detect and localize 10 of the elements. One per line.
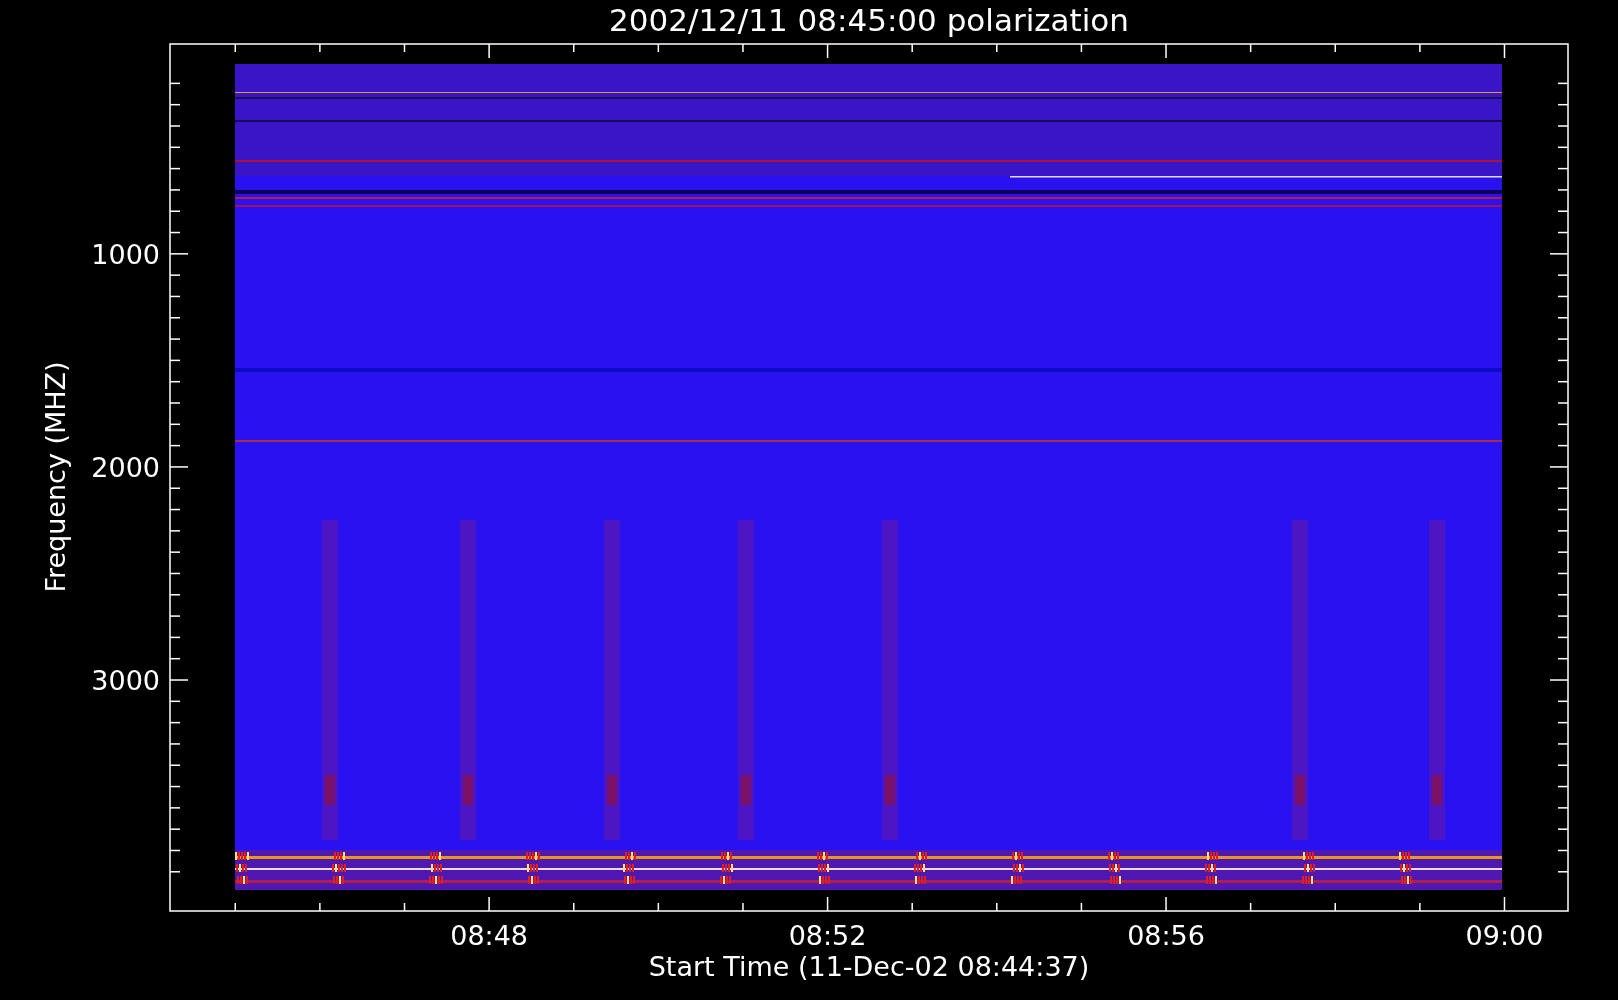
- y-tick-label: 3000: [91, 665, 160, 696]
- x-tick-label: 08:48: [450, 920, 528, 951]
- x-tick-label: 08:52: [788, 920, 867, 951]
- x-tick-label: 09:00: [1465, 920, 1544, 951]
- y-tick-label: 2000: [91, 451, 160, 483]
- y-axis-label: Frequency (MHZ): [40, 361, 71, 593]
- x-tick-label: 08:56: [1127, 920, 1205, 951]
- chart-title: 2002/12/11 08:45:00 polarization: [609, 2, 1129, 38]
- y-tick-label: 1000: [91, 238, 160, 270]
- x-axis-label: Start Time (11-Dec-02 08:44:37): [648, 951, 1090, 982]
